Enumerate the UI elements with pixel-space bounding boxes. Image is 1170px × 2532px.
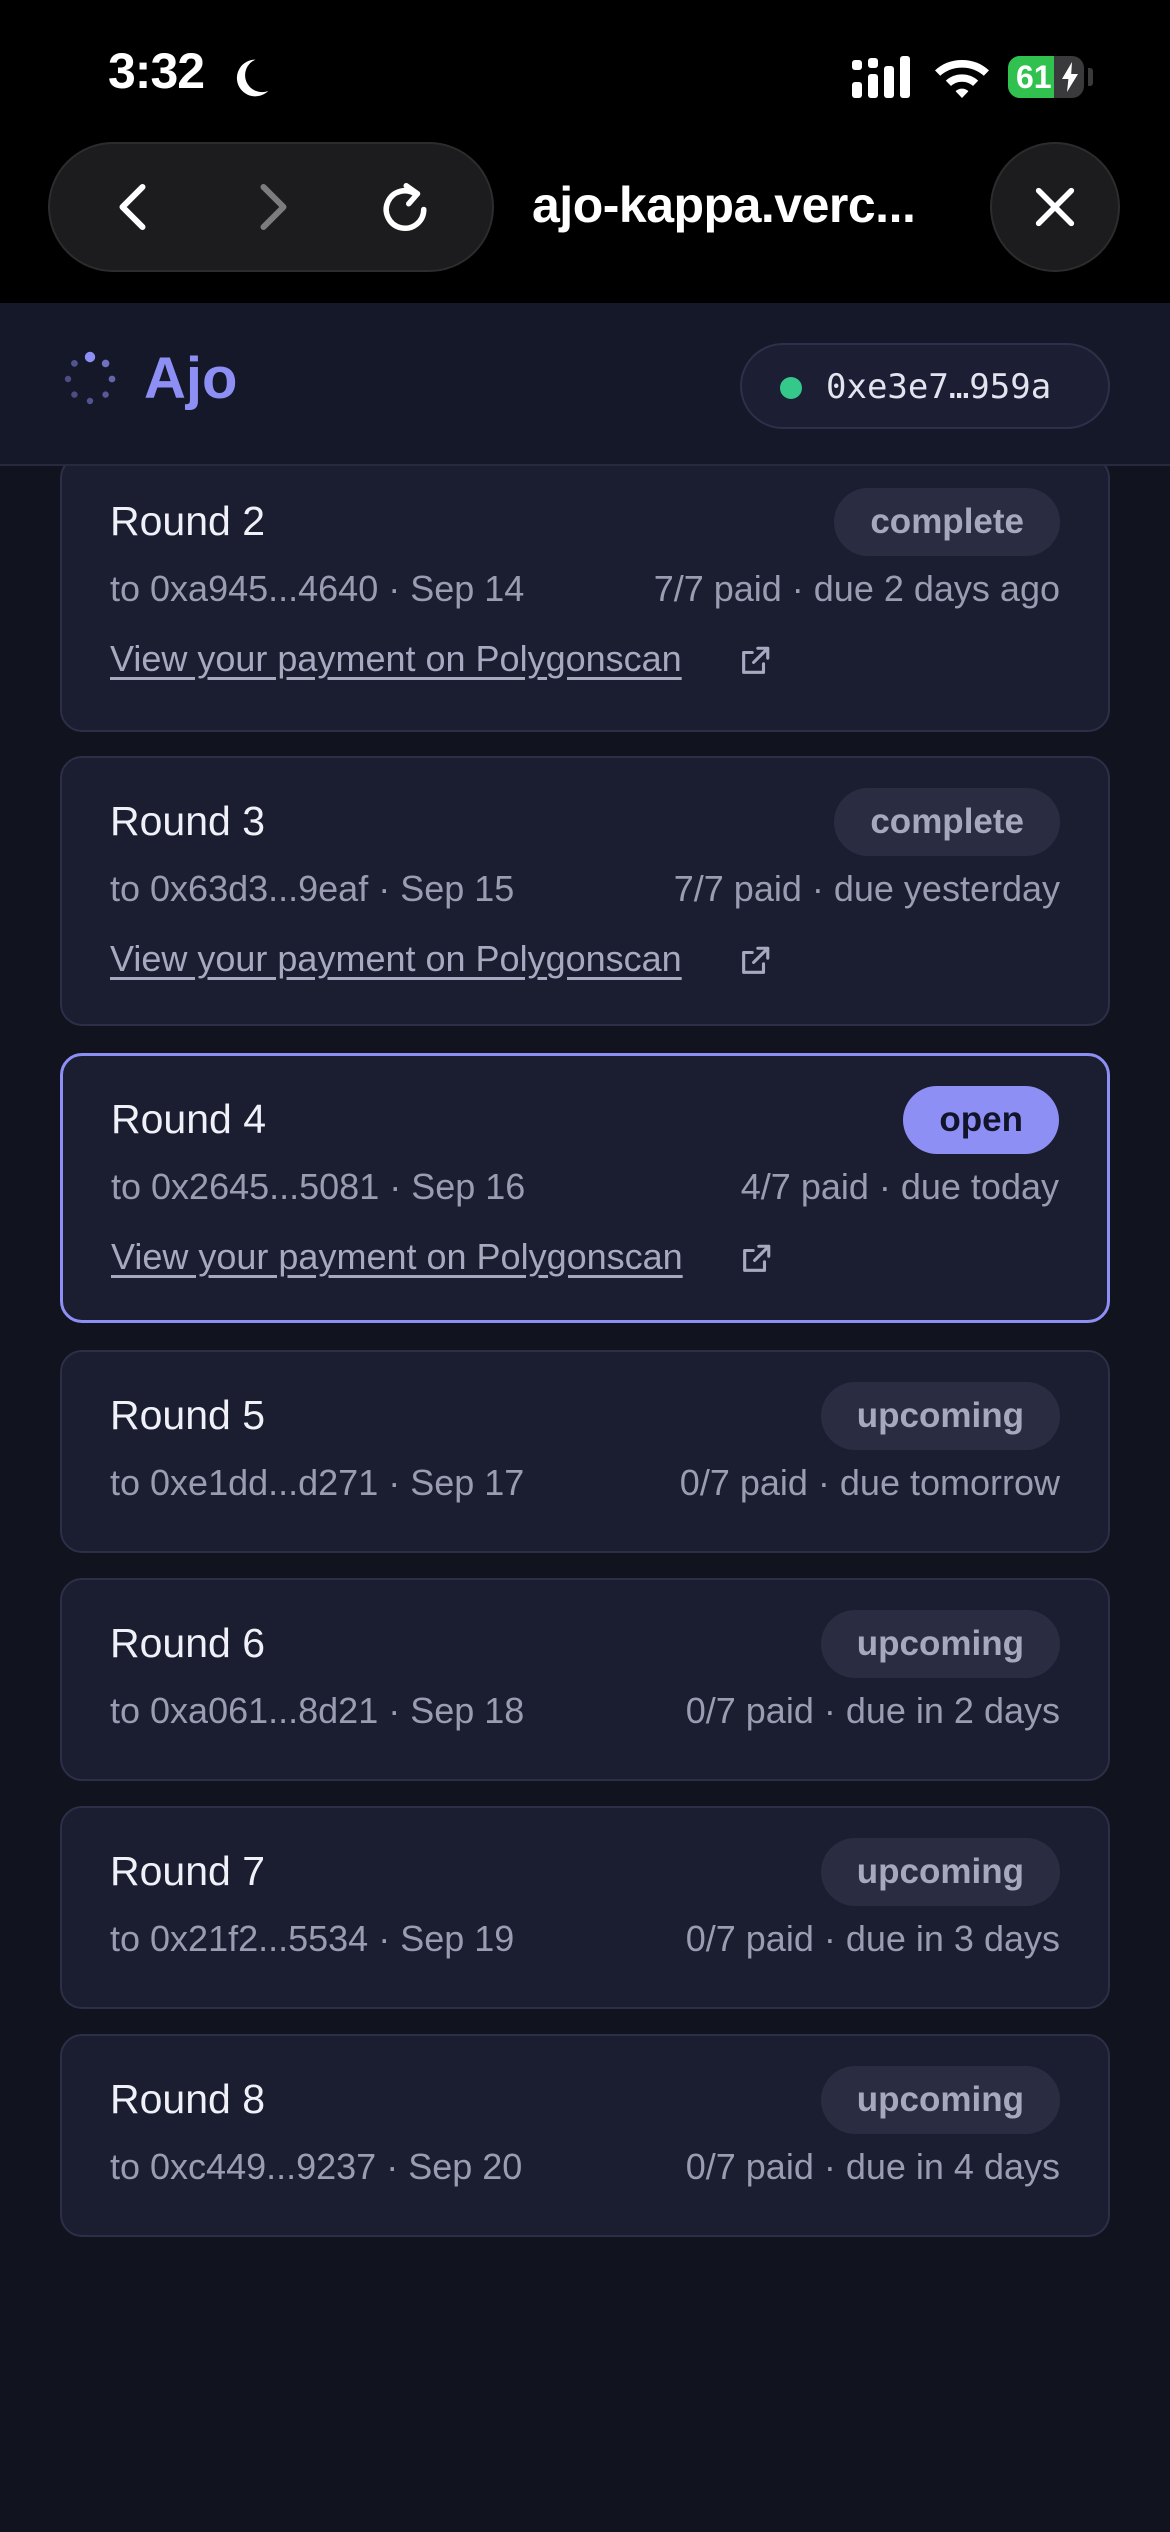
round-card: Round 7 upcoming to 0x21f2...5534 · Sep … <box>60 1806 1110 2009</box>
round-recipient-date: to 0xa945...4640 · Sep 14 <box>110 568 525 609</box>
round-title: Round 7 <box>110 1848 266 1894</box>
wifi-icon <box>935 60 989 98</box>
charging-bolt-icon <box>1062 62 1078 92</box>
reload-icon <box>383 183 427 231</box>
round-progress: 4/7 paid · due today <box>740 1166 1059 1207</box>
connected-status-dot <box>780 377 802 399</box>
round-recipient-date: to 0x21f2...5534 · Sep 19 <box>110 1918 515 1959</box>
close-browser-button[interactable] <box>990 142 1120 272</box>
reload-button[interactable] <box>350 144 460 270</box>
round-card: Round 8 upcoming to 0xc449...9237 · Sep … <box>60 2034 1110 2237</box>
battery-indicator: 61 <box>1008 56 1084 98</box>
wallet-address: 0xe3e7…959a <box>826 367 1052 407</box>
round-recipient-date: to 0xa061...8d21 · Sep 18 <box>110 1690 525 1731</box>
browser-nav-group <box>48 142 494 272</box>
round-progress: 7/7 paid · due 2 days ago <box>653 568 1060 609</box>
round-title: Round 3 <box>110 798 266 844</box>
brand-name[interactable]: Ajo <box>144 345 237 412</box>
round-recipient-date: to 0xe1dd...d271 · Sep 17 <box>110 1462 525 1503</box>
moon-icon <box>236 59 269 97</box>
round-title: Round 2 <box>110 498 266 544</box>
external-link-icon[interactable] <box>738 644 772 678</box>
cellular-signal-icon <box>852 56 910 98</box>
external-link-icon[interactable] <box>739 1242 773 1276</box>
round-title: Round 4 <box>111 1096 267 1142</box>
round-title: Round 8 <box>110 2076 266 2122</box>
round-progress: 0/7 paid · due in 4 days <box>685 2146 1060 2187</box>
round-title: Round 6 <box>110 1620 266 1666</box>
app-header: Ajo 0xe3e7…959a <box>0 303 1170 466</box>
polygonscan-link[interactable]: View your payment on Polygonscan <box>110 938 682 980</box>
chevron-right-icon <box>260 184 287 230</box>
round-progress: 0/7 paid · due in 3 days <box>685 1918 1060 1959</box>
rounds-list[interactable]: Round 2 complete to 0xa945...4640 · Sep … <box>0 466 1170 2532</box>
round-recipient-date: to 0xc449...9237 · Sep 20 <box>110 2146 523 2187</box>
chevron-left-icon <box>119 184 146 230</box>
battery-cap <box>1088 68 1093 86</box>
status-bar: 3:32 61 <box>0 0 1170 140</box>
url-display[interactable]: ajo-kappa.verc... <box>532 176 916 234</box>
wallet-button[interactable]: 0xe3e7…959a <box>740 343 1110 429</box>
round-card: Round 2 complete to 0xa945...4640 · Sep … <box>60 466 1110 732</box>
status-badge: upcoming <box>820 1610 1060 1678</box>
round-card: Round 6 upcoming to 0xa061...8d21 · Sep … <box>60 1578 1110 1781</box>
status-badge: upcoming <box>820 1838 1060 1906</box>
polygonscan-link[interactable]: View your payment on Polygonscan <box>110 638 682 680</box>
forward-button[interactable] <box>216 144 326 270</box>
status-time: 3:32 <box>108 43 205 99</box>
round-recipient-date: to 0x2645...5081 · Sep 16 <box>111 1166 526 1207</box>
status-badge: complete <box>834 788 1060 856</box>
round-progress: 7/7 paid · due yesterday <box>673 868 1060 909</box>
ajo-logo-icon <box>64 351 116 405</box>
polygonscan-link[interactable]: View your payment on Polygonscan <box>111 1236 683 1278</box>
back-button[interactable] <box>80 144 190 270</box>
status-badge: upcoming <box>820 1382 1060 1450</box>
round-progress: 0/7 paid · due in 2 days <box>685 1690 1060 1731</box>
close-icon <box>1035 187 1075 227</box>
round-card-active: Round 4 open to 0x2645...5081 · Sep 16 4… <box>60 1053 1110 1323</box>
round-title: Round 5 <box>110 1392 266 1438</box>
status-badge: open <box>903 1086 1059 1154</box>
external-link-icon[interactable] <box>738 944 772 978</box>
status-badge: upcoming <box>820 2066 1060 2134</box>
browser-toolbar: ajo-kappa.verc... <box>0 140 1170 303</box>
round-card: Round 5 upcoming to 0xe1dd...d271 · Sep … <box>60 1350 1110 1553</box>
battery-percent: 61 <box>1016 59 1052 95</box>
round-recipient-date: to 0x63d3...9eaf · Sep 15 <box>110 868 515 909</box>
round-card: Round 3 complete to 0x63d3...9eaf · Sep … <box>60 756 1110 1026</box>
status-badge: complete <box>834 488 1060 556</box>
round-progress: 0/7 paid · due tomorrow <box>679 1462 1060 1503</box>
